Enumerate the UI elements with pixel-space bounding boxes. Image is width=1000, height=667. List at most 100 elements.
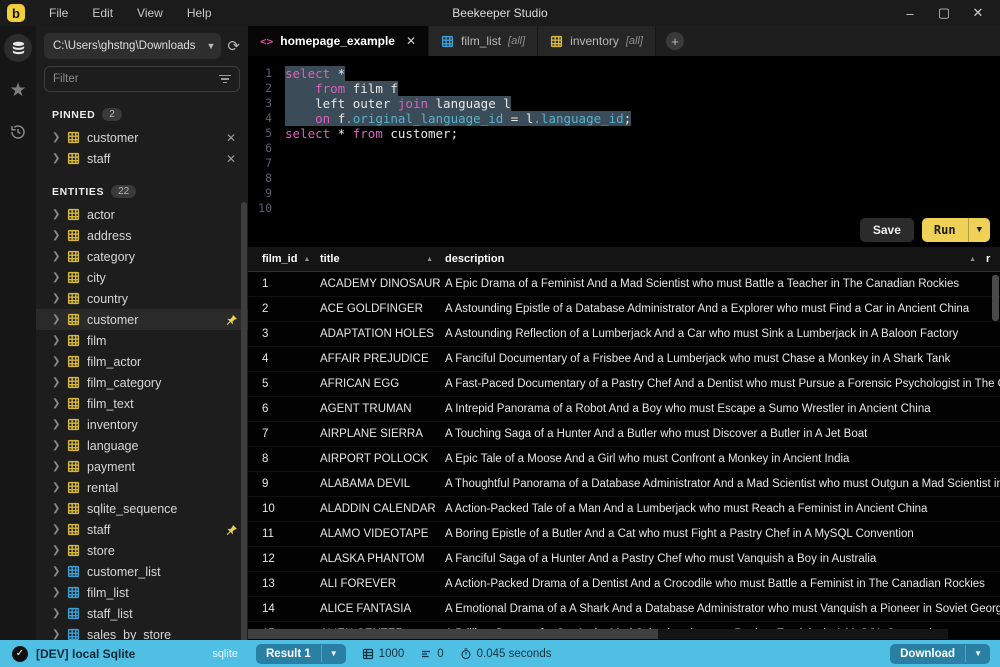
entity-item-staff_list[interactable]: ❯staff_list: [36, 603, 248, 624]
chevron-right-icon[interactable]: ❯: [52, 398, 60, 409]
table-row[interactable]: 6AGENT TRUMANA Intrepid Panorama of a Ro…: [248, 397, 1000, 422]
chevron-right-icon[interactable]: ❯: [52, 587, 60, 598]
cell-film-id[interactable]: 11: [248, 528, 318, 540]
table-row[interactable]: 12ALASKA PHANTOMA Fanciful Saga of a Hun…: [248, 547, 1000, 572]
cell-title[interactable]: AFFAIR PREJUDICE: [318, 353, 443, 365]
chevron-right-icon[interactable]: ❯: [52, 629, 60, 640]
entity-item-city[interactable]: ❯city: [36, 267, 248, 288]
entity-item-language[interactable]: ❯language: [36, 435, 248, 456]
cell-film-id[interactable]: 4: [248, 353, 318, 365]
code-line-3[interactable]: left outer join language l: [285, 96, 1000, 111]
cell-description[interactable]: A Fast-Paced Documentary of a Pastry Che…: [443, 378, 1000, 390]
tab-homepage_example[interactable]: <>homepage_example✕: [248, 26, 429, 56]
cell-description[interactable]: A Boring Epistle of a Butler And a Cat w…: [443, 528, 1000, 540]
minimize-button[interactable]: –: [896, 2, 924, 24]
cell-title[interactable]: ACADEMY DINOSAUR: [318, 278, 443, 290]
table-row[interactable]: 14ALICE FANTASIAA Emotional Drama of a A…: [248, 597, 1000, 622]
sidebar-scrollbar[interactable]: [241, 202, 247, 640]
column-header-description[interactable]: description▲: [443, 247, 986, 271]
cell-description[interactable]: A Touching Saga of a Hunter And a Butler…: [443, 428, 1000, 440]
tab-inventory[interactable]: inventory[all]: [538, 26, 656, 56]
database-tab-icon[interactable]: [4, 34, 32, 62]
table-row[interactable]: 15ALIEN CENTERA Brilliant Drama of a Cat…: [248, 622, 1000, 629]
table-row[interactable]: 9ALABAMA DEVILA Thoughtful Panorama of a…: [248, 472, 1000, 497]
run-button[interactable]: Run ▼: [922, 218, 990, 242]
column-header-title[interactable]: title▲: [318, 247, 443, 271]
history-tab-icon[interactable]: [4, 118, 32, 146]
code-line-6[interactable]: [285, 141, 1000, 156]
run-label[interactable]: Run: [922, 218, 968, 242]
editor-code[interactable]: select * from film f left outer join lan…: [278, 66, 1000, 216]
chevron-right-icon[interactable]: ❯: [52, 132, 60, 143]
entity-item-sales_by_store[interactable]: ❯sales_by_store: [36, 624, 248, 640]
cell-film-id[interactable]: 12: [248, 553, 318, 565]
code-line-7[interactable]: [285, 156, 1000, 171]
chevron-right-icon[interactable]: ❯: [52, 209, 60, 220]
entity-item-sqlite_sequence[interactable]: ❯sqlite_sequence: [36, 498, 248, 519]
entity-item-payment[interactable]: ❯payment: [36, 456, 248, 477]
code-line-5[interactable]: select * from customer;: [285, 126, 1000, 141]
tab-film_list[interactable]: film_list[all]: [429, 26, 538, 56]
cell-film-id[interactable]: 5: [248, 378, 318, 390]
cell-film-id[interactable]: 1: [248, 278, 318, 290]
cell-title[interactable]: ADAPTATION HOLES: [318, 328, 443, 340]
table-row[interactable]: 13ALI FOREVERA Action-Packed Drama of a …: [248, 572, 1000, 597]
save-button[interactable]: Save: [860, 218, 914, 242]
close-tab-icon[interactable]: ✕: [406, 34, 416, 48]
unpin-icon[interactable]: ✕: [224, 152, 238, 166]
cell-description[interactable]: A Astounding Epistle of a Database Admin…: [443, 303, 1000, 315]
cell-film-id[interactable]: 6: [248, 403, 318, 415]
filter-input[interactable]: [53, 73, 219, 85]
pin-icon[interactable]: [226, 314, 238, 326]
table-row[interactable]: 7AIRPLANE SIERRAA Touching Saga of a Hun…: [248, 422, 1000, 447]
cell-title[interactable]: AGENT TRUMAN: [318, 403, 443, 415]
column-header-film-id[interactable]: film_id▲: [248, 247, 318, 271]
cell-title[interactable]: ALICE FANTASIA: [318, 603, 443, 615]
cell-film-id[interactable]: 7: [248, 428, 318, 440]
table-row[interactable]: 1ACADEMY DINOSAURA Epic Drama of a Femin…: [248, 272, 1000, 297]
entity-item-film_category[interactable]: ❯film_category: [36, 372, 248, 393]
code-line-9[interactable]: [285, 186, 1000, 201]
column-header-partial[interactable]: r: [986, 247, 1000, 271]
chevron-right-icon[interactable]: ❯: [52, 251, 60, 262]
cell-description[interactable]: A Epic Tale of a Moose And a Girl who mu…: [443, 453, 1000, 465]
code-line-4[interactable]: on f.original_language_id = l.language_i…: [285, 111, 1000, 126]
entity-item-address[interactable]: ❯address: [36, 225, 248, 246]
cell-film-id[interactable]: 3: [248, 328, 318, 340]
cell-title[interactable]: AIRPORT POLLOCK: [318, 453, 443, 465]
pin-icon[interactable]: [226, 524, 238, 536]
entity-item-film_actor[interactable]: ❯film_actor: [36, 351, 248, 372]
entity-item-category[interactable]: ❯category: [36, 246, 248, 267]
entity-filter[interactable]: [44, 66, 240, 92]
pinned-item-staff[interactable]: ❯staff✕: [36, 148, 248, 169]
refresh-icon[interactable]: ⟳: [227, 37, 240, 55]
entity-item-actor[interactable]: ❯actor: [36, 204, 248, 225]
horizontal-scrollbar-thumb[interactable]: [248, 629, 658, 639]
cell-title[interactable]: ALAMO VIDEOTAPE: [318, 528, 443, 540]
cell-title[interactable]: ALADDIN CALENDAR: [318, 503, 443, 515]
chevron-right-icon[interactable]: ❯: [52, 153, 60, 164]
cell-description[interactable]: A Thoughtful Panorama of a Database Admi…: [443, 478, 1000, 490]
table-row[interactable]: 10ALADDIN CALENDARA Action-Packed Tale o…: [248, 497, 1000, 522]
code-line-8[interactable]: [285, 171, 1000, 186]
chevron-right-icon[interactable]: ❯: [52, 419, 60, 430]
table-row[interactable]: 2ACE GOLDFINGERA Astounding Epistle of a…: [248, 297, 1000, 322]
cell-film-id[interactable]: 14: [248, 603, 318, 615]
cell-title[interactable]: AFRICAN EGG: [318, 378, 443, 390]
chevron-right-icon[interactable]: ❯: [52, 482, 60, 493]
cell-description[interactable]: A Intrepid Panorama of a Robot And a Boy…: [443, 403, 1000, 415]
cell-film-id[interactable]: 13: [248, 578, 318, 590]
entity-item-rental[interactable]: ❯rental: [36, 477, 248, 498]
maximize-button[interactable]: ▢: [930, 2, 958, 24]
code-line-1[interactable]: select *: [285, 66, 1000, 81]
cell-description[interactable]: A Fanciful Saga of a Hunter And a Pastry…: [443, 553, 1000, 565]
result-selector-button[interactable]: Result 1 ▼: [256, 644, 346, 664]
vertical-scrollbar[interactable]: [992, 275, 999, 321]
close-button[interactable]: ✕: [964, 2, 992, 24]
entity-item-inventory[interactable]: ❯inventory: [36, 414, 248, 435]
cell-description[interactable]: A Fanciful Documentary of a Frisbee And …: [443, 353, 1000, 365]
table-row[interactable]: 11ALAMO VIDEOTAPEA Boring Epistle of a B…: [248, 522, 1000, 547]
chevron-right-icon[interactable]: ❯: [52, 356, 60, 367]
chevron-right-icon[interactable]: ❯: [52, 566, 60, 577]
chevron-right-icon[interactable]: ❯: [52, 503, 60, 514]
